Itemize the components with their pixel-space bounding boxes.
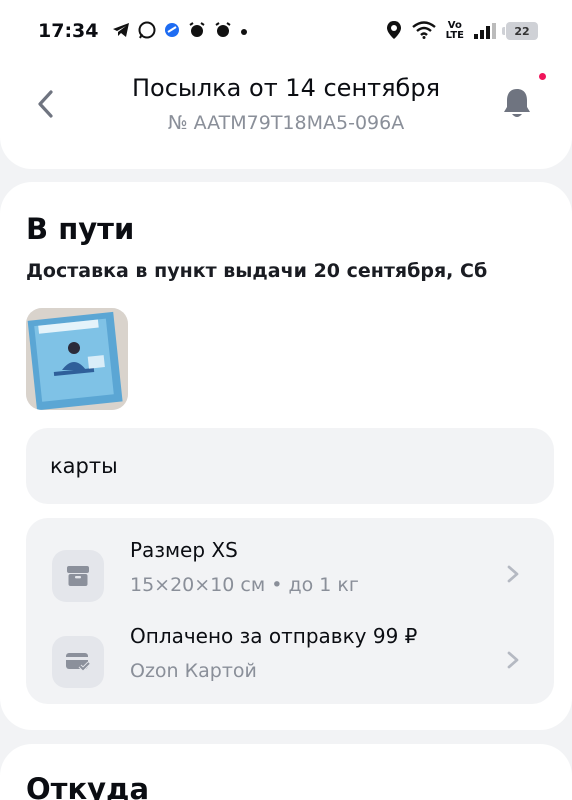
product-image[interactable] (26, 308, 128, 410)
location-icon (386, 20, 402, 43)
chevron-right-icon (507, 565, 519, 583)
bell-icon (504, 89, 530, 117)
size-title: Размер XS (130, 538, 238, 562)
shipment-status: В пути (26, 212, 135, 246)
comment-box[interactable]: карты (26, 428, 554, 504)
payment-method: Ozon Картой (130, 660, 257, 682)
volte-bottom: LTE (445, 30, 464, 41)
tracking-number[interactable]: № AATM79T18MA5-096A (0, 112, 572, 134)
battery-level: 22 (514, 24, 530, 38)
info-box: Размер XS 15×20×10 см • до 1 кг Оплачено… (26, 518, 554, 704)
shipment-card: В пути Доставка в пункт выдачи 20 сентяб… (0, 182, 572, 730)
status-right: Vo LTE 22 (386, 20, 538, 43)
origin-title: Откуда (26, 772, 150, 800)
size-details: 15×20×10 см • до 1 кг (130, 574, 359, 596)
comment-text: карты (50, 454, 118, 478)
wifi-icon (411, 20, 436, 42)
volte-icon: Vo LTE (446, 21, 464, 41)
app-icon (164, 22, 180, 41)
notification-dot (539, 73, 546, 80)
status-left: 17:34 (38, 20, 248, 42)
size-row[interactable]: Размер XS 15×20×10 см • до 1 кг (26, 532, 554, 612)
payment-title: Оплачено за отправку 99 ₽ (130, 624, 418, 648)
delivery-info: Доставка в пункт выдачи 20 сентября, Сб (26, 260, 488, 282)
status-time: 17:34 (38, 20, 99, 42)
payment-row[interactable]: Оплачено за отправку 99 ₽ Ozon Картой (26, 618, 554, 698)
battery-icon: 22 (502, 22, 538, 40)
signal-icon (474, 23, 496, 39)
chevron-right-icon (507, 651, 519, 669)
box-icon (52, 550, 104, 602)
whatsapp-icon (138, 21, 156, 42)
alarm-icon (188, 21, 206, 41)
card-icon (52, 636, 104, 688)
origin-card: Откуда (0, 744, 572, 800)
telegram-icon (112, 22, 130, 41)
notifications-button[interactable] (500, 86, 534, 122)
header-card: Посылка от 14 сентября № AATM79T18MA5-09… (0, 62, 572, 169)
status-bar: 17:34 Vo LTE 22 (0, 0, 572, 62)
page-title: Посылка от 14 сентября (131, 74, 441, 102)
dot-icon (240, 23, 248, 39)
alarm-icon (214, 21, 232, 41)
